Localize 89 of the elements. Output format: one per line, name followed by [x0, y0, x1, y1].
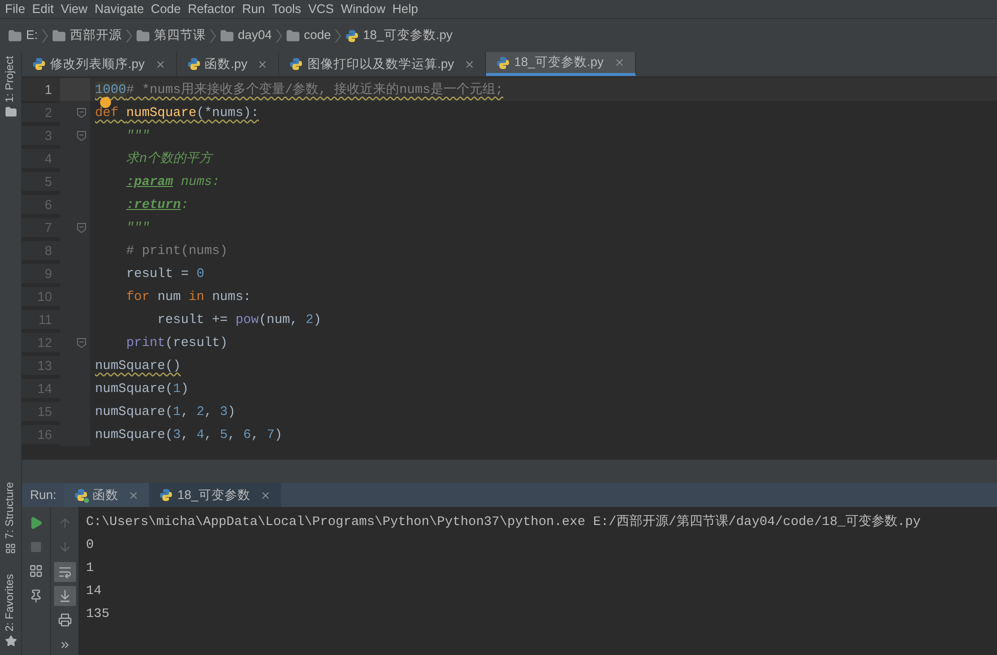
code-line: numSquare(): [94, 356, 181, 375]
breadcrumb-item[interactable]: 第四节课: [136, 26, 206, 45]
code-line: result += pow(num, 2): [156, 310, 322, 329]
breadcrumb-item[interactable]: code: [286, 26, 331, 45]
code-line: # print(nums): [125, 242, 228, 260]
folder-icon: [8, 28, 22, 42]
code-line: 1000# *nums用来接收多个变量/参数, 接收近来的nums是一个元组;: [94, 80, 504, 99]
project-tool-tab[interactable]: 1: Project: [2, 56, 19, 102]
menu-item[interactable]: Edit: [29, 0, 57, 18]
console-line: 135: [86, 604, 110, 623]
menu-item[interactable]: Navigate: [92, 0, 147, 18]
pin-icon[interactable]: [29, 589, 43, 603]
star-icon: [4, 635, 16, 647]
python-file-icon: [289, 57, 304, 71]
chevron-icon: [210, 28, 216, 42]
down-arrow-icon[interactable]: [58, 540, 72, 554]
layout-icon[interactable]: [29, 564, 43, 578]
favorites-tool-tab[interactable]: 2: Favorites: [2, 574, 19, 631]
folder-icon: [52, 28, 66, 42]
toolbar-toggle[interactable]: [54, 562, 76, 582]
breadcrumb-item[interactable]: 西部开源: [52, 26, 122, 45]
python-file-icon: [186, 57, 201, 71]
close-icon[interactable]: [260, 490, 272, 500]
editor-tab[interactable]: 18_可变参数.py: [486, 52, 636, 76]
scroll-to-end-icon[interactable]: [58, 589, 72, 604]
fold-marker-icon[interactable]: [77, 108, 86, 118]
code-line: print(result): [125, 334, 228, 352]
console-line: 1: [86, 558, 95, 577]
menu-item[interactable]: Refactor: [184, 0, 238, 18]
menu-item[interactable]: VCS: [305, 0, 337, 18]
run-icon[interactable]: [29, 516, 43, 530]
breadcrumb-item[interactable]: day04: [220, 26, 272, 45]
menu-item[interactable]: Code: [148, 0, 184, 18]
code-line: result = 0: [125, 264, 204, 283]
intention-bulb-icon[interactable]: [100, 97, 111, 108]
close-icon[interactable]: [154, 58, 166, 70]
python-file-icon: [74, 488, 88, 502]
console-line: C:\Users\micha\AppData\Local\Programs\Python\Python37\python.exe E:/西部开源/第四节课/day04/code/18_可变参数.py: [86, 512, 922, 531]
menu-item[interactable]: Help: [389, 0, 422, 18]
close-icon[interactable]: [614, 57, 625, 68]
chevron-icon: [276, 28, 282, 42]
editor-tab[interactable]: 函数.py: [176, 52, 280, 76]
folder-icon: [220, 28, 234, 42]
close-icon[interactable]: [128, 490, 140, 500]
menu-item[interactable]: Window: [338, 0, 388, 18]
code-line: :return:: [125, 196, 189, 214]
stop-icon[interactable]: [30, 541, 42, 553]
code-line: """: [125, 218, 150, 237]
structure-icon: [5, 542, 16, 554]
fold-marker-icon[interactable]: [77, 222, 86, 232]
menu-item[interactable]: View: [58, 0, 91, 18]
folder-icon: [286, 28, 300, 42]
print-icon[interactable]: [58, 613, 72, 628]
python-file-icon: [344, 28, 359, 42]
python-file-icon: [496, 56, 510, 70]
code-line: for num in nums:: [125, 288, 252, 306]
code-line: def numSquare(*nums):: [94, 104, 259, 122]
run-label: Run:: [29, 486, 58, 504]
chevron-icon: [42, 28, 48, 42]
python-file-icon: [159, 488, 174, 502]
fold-marker-icon[interactable]: [77, 338, 86, 348]
chevron-icon: [334, 28, 341, 42]
menu-item[interactable]: Tools: [269, 0, 304, 18]
editor-tab[interactable]: 修改列表顺序.py: [22, 52, 177, 76]
console-line: 0: [86, 536, 95, 554]
code-line: numSquare(1): [94, 380, 189, 398]
toolbar-toggle[interactable]: [54, 586, 76, 606]
close-icon[interactable]: [464, 58, 476, 70]
soft-wrap-icon[interactable]: [58, 564, 72, 579]
code-line: numSquare(3, 4, 5, 6, 7): [94, 426, 282, 444]
run-tab[interactable]: 函数: [64, 483, 150, 507]
fold-marker-icon[interactable]: [77, 130, 86, 140]
line-number: 1: [44, 80, 53, 99]
chevron-icon: [126, 28, 132, 42]
folder-icon: [136, 28, 150, 42]
breadcrumb-item[interactable]: 18_可变参数.py: [344, 26, 453, 45]
console-line: 14: [86, 582, 103, 600]
run-tab[interactable]: 18_可变参数: [149, 483, 282, 507]
structure-tool-tab[interactable]: 7: Structure: [2, 482, 19, 539]
menu-item[interactable]: Run: [239, 0, 268, 18]
code-line: 求n个数的平方: [125, 150, 212, 168]
python-file-icon: [32, 57, 46, 71]
close-icon[interactable]: [257, 58, 268, 70]
folder-icon: [4, 106, 16, 118]
breadcrumb-item[interactable]: E:: [8, 26, 38, 45]
code-line: numSquare(1, 2, 3): [94, 402, 236, 421]
code-line: """: [125, 126, 150, 145]
menu-item[interactable]: File: [2, 0, 28, 18]
code-line: :param nums:: [125, 172, 220, 191]
